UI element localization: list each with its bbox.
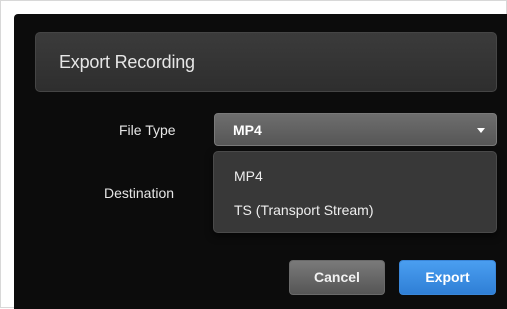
chevron-down-icon: [477, 128, 485, 133]
file-type-selected-value: MP4: [233, 122, 262, 138]
file-type-label: File Type: [119, 122, 176, 138]
file-type-option-mp4[interactable]: MP4: [234, 168, 263, 184]
export-dialog: Export Recording File Type MP4 Destinati…: [14, 14, 507, 309]
dialog-header: Export Recording: [35, 32, 497, 92]
file-type-dropdown-menu: MP4 TS (Transport Stream): [213, 151, 497, 233]
file-type-option-ts[interactable]: TS (Transport Stream): [234, 202, 374, 218]
export-button[interactable]: Export: [399, 260, 496, 295]
cancel-button[interactable]: Cancel: [289, 260, 385, 295]
screenshot-frame: Export Recording File Type MP4 Destinati…: [0, 0, 507, 309]
file-type-select[interactable]: MP4: [214, 113, 497, 146]
destination-label: Destination: [104, 185, 175, 201]
dialog-title: Export Recording: [59, 52, 195, 72]
